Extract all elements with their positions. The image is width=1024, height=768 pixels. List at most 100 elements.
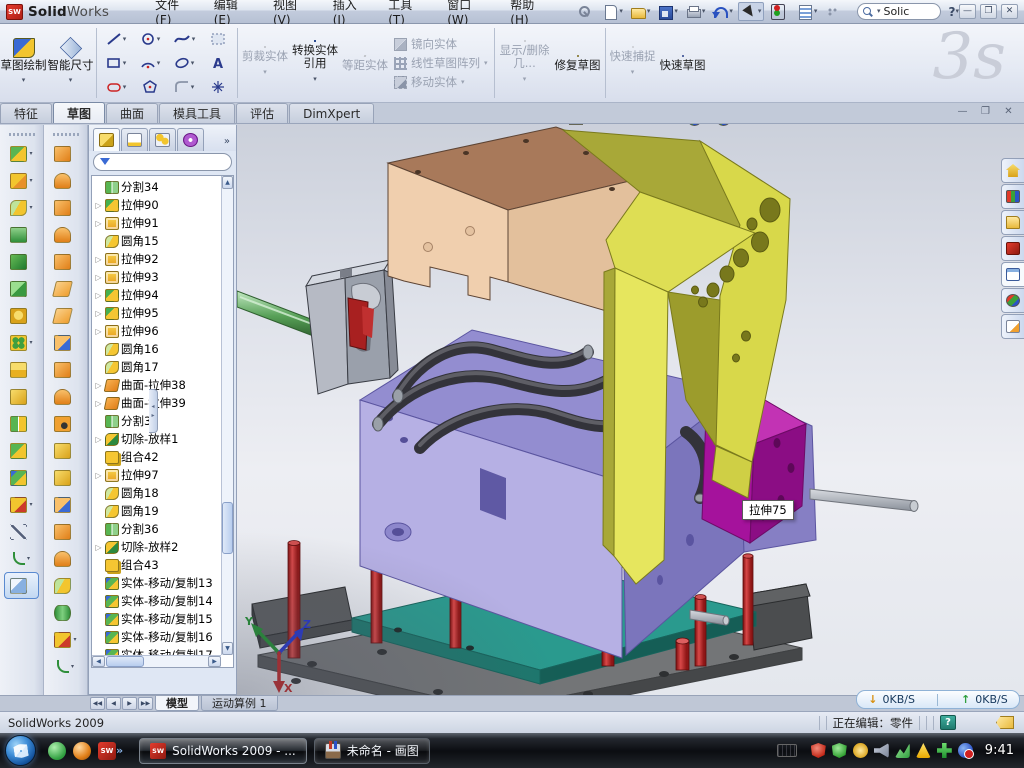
rapid-sketch-button[interactable]: 快速草图	[658, 24, 708, 102]
search-input[interactable]: Solic	[883, 5, 909, 18]
tree-item[interactable]: ▷ 拉伸96	[94, 322, 221, 340]
solidworks-quicklaunch-icon[interactable]: SW	[98, 742, 116, 760]
surface-toolbar-button[interactable]: ▾	[44, 329, 87, 356]
toolbar-button[interactable]: ▾	[683, 3, 708, 20]
feature-toolbar-button[interactable]: ▾	[0, 491, 43, 518]
command-tab[interactable]: 草图	[53, 102, 105, 123]
task-pane-tab[interactable]	[1001, 158, 1024, 183]
document-tab[interactable]: 模型	[155, 696, 199, 711]
tab-nav-button[interactable]: ◀	[106, 697, 121, 710]
messenger-icon[interactable]	[48, 742, 66, 760]
tree-item[interactable]: ▷ 实体-移动/复制16	[94, 628, 221, 646]
tree-item[interactable]: ▷ 切除-放样2	[94, 538, 221, 556]
antivirus-shield-icon[interactable]	[811, 743, 826, 758]
command-tab[interactable]: 曲面	[106, 103, 158, 123]
expand-arrow-icon[interactable]: ▷	[94, 255, 103, 264]
surface-toolbar-button[interactable]: ▾	[44, 626, 87, 653]
feature-toolbar-button[interactable]: ▾	[0, 383, 43, 410]
toolbar-button[interactable]: ▾	[573, 3, 598, 20]
expand-arrow-icon[interactable]: ▷	[94, 291, 103, 300]
surface-toolbar-button[interactable]: ▾	[44, 410, 87, 437]
command-tab[interactable]: 评估	[236, 103, 288, 123]
surface-toolbar-button[interactable]: ▾	[44, 140, 87, 167]
feature-toolbar-button[interactable]: ▾	[0, 194, 43, 221]
sketch-fillet-tool[interactable]: ▾	[167, 75, 201, 99]
feature-toolbar-button[interactable]: ▾	[0, 410, 43, 437]
tree-item[interactable]: ▷ 拉伸91	[94, 214, 221, 232]
spline-tool[interactable]: ▾	[167, 27, 201, 51]
dropdown-arrow-icon[interactable]: ▾	[29, 497, 32, 512]
tree-item[interactable]: ▷ 拉伸95	[94, 304, 221, 322]
health-shield-icon[interactable]	[937, 743, 952, 758]
surface-toolbar-button[interactable]: ▾	[44, 572, 87, 599]
feature-toolbar-button[interactable]: ▾	[0, 248, 43, 275]
dropdown-arrow-icon[interactable]: ▾	[647, 4, 651, 19]
tree-item[interactable]: ▷ 拉伸93	[94, 268, 221, 286]
tree-item[interactable]: ▷ 圆角16	[94, 340, 221, 358]
smart-dimension-button[interactable]: 智能尺寸 ▾	[47, 24, 94, 102]
model-gray-clamp[interactable]	[306, 260, 398, 394]
command-tab[interactable]: DimXpert	[289, 103, 374, 123]
scroll-down-arrow[interactable]: ▼	[222, 642, 233, 655]
dropdown-arrow-icon[interactable]: ▾	[674, 4, 678, 19]
point-tool[interactable]	[201, 75, 235, 99]
tree-item[interactable]: ▷ 切除-放样1	[94, 430, 221, 448]
model-canvas[interactable]: Y Z X	[237, 103, 1024, 695]
task-pane-tab[interactable]	[1001, 314, 1024, 339]
tree-item[interactable]: ▷ 圆角17	[94, 358, 221, 376]
expand-arrow-icon[interactable]: ▷	[94, 219, 103, 228]
task-pane-tab[interactable]	[1001, 262, 1024, 287]
dropdown-arrow-icon[interactable]: ▾	[729, 4, 733, 19]
expand-arrow-icon[interactable]: ▷	[94, 201, 103, 210]
surface-toolbar-button[interactable]: ▾	[44, 653, 87, 680]
expand-arrow-icon[interactable]: ▷	[94, 381, 103, 390]
volume-icon[interactable]	[874, 743, 889, 758]
dropdown-arrow-icon[interactable]: ▾	[22, 73, 26, 88]
search-dropdown-icon[interactable]: ▾	[877, 4, 881, 19]
help-button[interactable]: ?	[949, 5, 956, 19]
surface-toolbar-button[interactable]: ▾	[44, 437, 87, 464]
sync-status-icon[interactable]	[958, 743, 973, 758]
dropdown-arrow-icon[interactable]: ▾	[73, 632, 76, 647]
panel-splitter-handle[interactable]: ◂▸	[149, 389, 158, 433]
tree-item[interactable]: ▷ 实体-移动/复制13	[94, 574, 221, 592]
tree-item[interactable]: ▷ 圆角19	[94, 502, 221, 520]
convert-entities-button[interactable]: 转换实体引用 ▾	[290, 24, 340, 102]
line-tool[interactable]: ▾	[99, 27, 133, 51]
feature-toolbar-button[interactable]: ▾	[0, 275, 43, 302]
feature-toolbar-button[interactable]: ▾	[4, 572, 39, 599]
search-box[interactable]: ▾ Solic	[857, 3, 941, 20]
slot-tool[interactable]: ▾	[99, 75, 133, 99]
close-button[interactable]: ✕	[1001, 4, 1018, 19]
surface-toolbar-button[interactable]: ▾	[44, 302, 87, 329]
tree-item[interactable]: ▷ 拉伸97	[94, 466, 221, 484]
expand-arrow-icon[interactable]: ▷	[94, 273, 103, 282]
feature-toolbar-button[interactable]: ▾	[0, 356, 43, 383]
task-button[interactable]: SW SolidWorks 2009 - ...	[139, 738, 307, 764]
sketch-button[interactable]: 草图绘制 ▾	[0, 24, 47, 102]
expand-arrow-icon[interactable]: ▷	[94, 327, 103, 336]
scroll-right-arrow[interactable]: ▶	[208, 656, 221, 667]
configurationmanager-tab[interactable]	[149, 128, 176, 151]
expand-arrow-icon[interactable]: ▷	[94, 399, 103, 408]
feature-toolbar-button[interactable]: ▾	[0, 221, 43, 248]
update-badge-icon[interactable]	[853, 743, 868, 758]
toolbar-button[interactable]: ▾	[600, 3, 625, 20]
surface-toolbar-button[interactable]: ▾	[44, 599, 87, 626]
dropdown-arrow-icon[interactable]: ▾	[29, 200, 32, 215]
surface-toolbar-button[interactable]: ▾	[44, 518, 87, 545]
feature-toolbar-button[interactable]: ▾	[0, 437, 43, 464]
dropdown-arrow-icon[interactable]: ▾	[702, 4, 706, 19]
document-minimize-button[interactable]: —	[955, 106, 970, 119]
propertymanager-tab[interactable]	[121, 128, 148, 151]
dropdown-arrow-icon[interactable]: ▾	[814, 4, 818, 19]
start-button[interactable]	[5, 735, 36, 766]
dropdown-arrow-icon[interactable]: ▾	[27, 551, 30, 566]
tree-filter-input[interactable]	[93, 153, 232, 171]
surface-toolbar-button[interactable]: ▾	[44, 248, 87, 275]
surface-toolbar-button[interactable]: ▾	[44, 491, 87, 518]
toolbar-button[interactable]: ▾	[822, 3, 847, 20]
tree-item[interactable]: ▷ 实体-移动/复制14	[94, 592, 221, 610]
surface-toolbar-button[interactable]: ▾	[44, 356, 87, 383]
toolbar-button[interactable]: ▾	[767, 3, 792, 20]
